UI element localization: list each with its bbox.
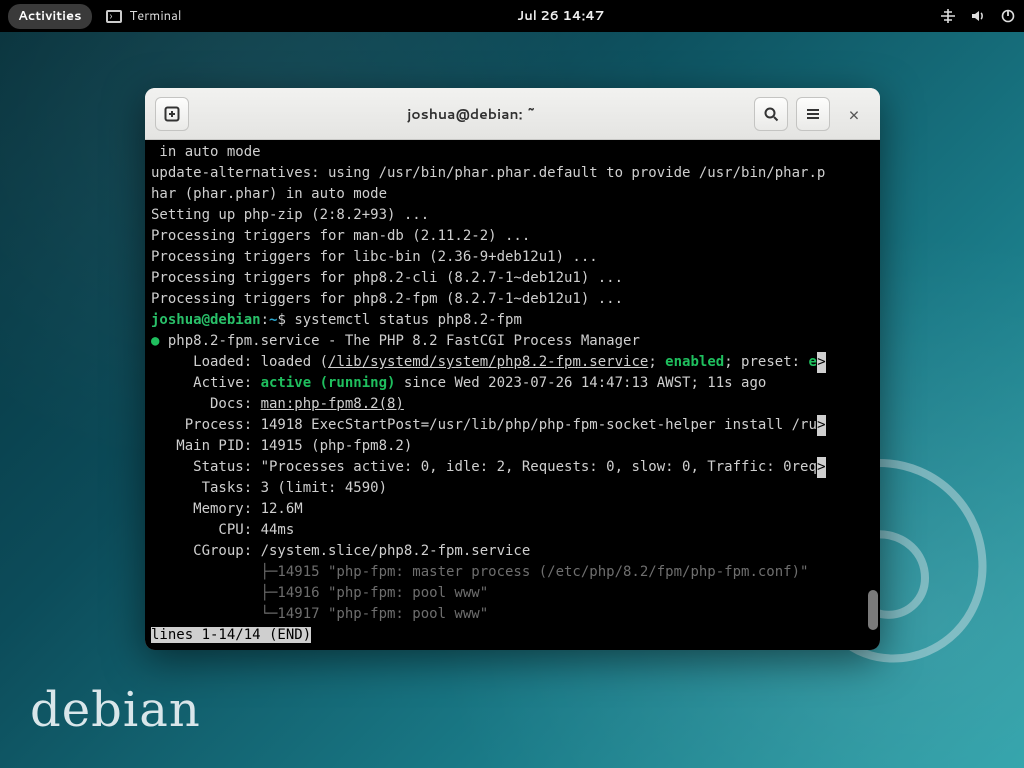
term-line: Setting up php-zip (2:8.2+93) ... — [145, 205, 880, 226]
service-cpu: CPU: 44ms — [145, 520, 880, 541]
service-header: ● php8.2-fpm.service - The PHP 8.2 FastC… — [145, 331, 880, 352]
line-truncated-icon: > — [817, 415, 826, 436]
power-icon[interactable] — [1000, 8, 1016, 24]
service-process: Process: 14918 ExecStartPost=/usr/lib/ph… — [145, 415, 880, 436]
service-memory: Memory: 12.6M — [145, 499, 880, 520]
term-line: Processing triggers for php8.2-fpm (8.2.… — [145, 289, 880, 310]
term-line: in auto mode — [145, 142, 880, 163]
search-button[interactable] — [754, 97, 788, 131]
scrollbar-thumb[interactable] — [868, 590, 878, 630]
window-title: joshua@debian: ~ — [407, 104, 536, 124]
command: systemctl status php8.2-fpm — [294, 312, 522, 328]
activities-button[interactable]: Activities — [8, 4, 92, 29]
close-button[interactable]: × — [838, 101, 870, 127]
terminal-scrollbar[interactable] — [868, 140, 878, 650]
terminal-output[interactable]: in auto mode update-alternatives: using … — [145, 140, 880, 650]
prompt-line: joshua@debian:~$ systemctl status php8.2… — [145, 310, 880, 331]
service-active: Active: active (running) since Wed 2023-… — [145, 373, 880, 394]
debian-wordmark: debian — [30, 682, 201, 738]
window-titlebar: joshua@debian: ~ × — [145, 88, 880, 140]
term-line: har (phar.phar) in auto mode — [145, 184, 880, 205]
cgroup-tree: ├─14916 "php-fpm: pool www" — [145, 583, 880, 604]
terminal-window: joshua@debian: ~ × in auto mode update-a… — [145, 88, 880, 650]
pager-status: lines 1-14/14 (END) — [145, 625, 880, 646]
network-icon[interactable] — [940, 8, 956, 24]
volume-icon[interactable] — [970, 8, 986, 24]
hamburger-menu-button[interactable] — [796, 97, 830, 131]
service-mainpid: Main PID: 14915 (php-fpm8.2) — [145, 436, 880, 457]
term-line: Processing triggers for php8.2-cli (8.2.… — [145, 268, 880, 289]
app-indicator[interactable]: Terminal — [106, 7, 182, 25]
cgroup-tree: └─14917 "php-fpm: pool www" — [145, 604, 880, 625]
app-name: Terminal — [130, 7, 182, 25]
new-tab-button[interactable] — [155, 97, 189, 131]
line-truncated-icon: > — [817, 457, 826, 478]
term-line: Processing triggers for libc-bin (2.36-9… — [145, 247, 880, 268]
clock[interactable]: Jul 26 14:47 — [517, 7, 604, 25]
service-loaded: Loaded: loaded (/lib/systemd/system/php8… — [145, 352, 880, 373]
line-truncated-icon: > — [817, 352, 826, 373]
gnome-topbar: Activities Terminal Jul 26 14:47 — [0, 0, 1024, 32]
service-cgroup: CGroup: /system.slice/php8.2-fpm.service — [145, 541, 880, 562]
cgroup-tree: ├─14915 "php-fpm: master process (/etc/p… — [145, 562, 880, 583]
service-status: Status: "Processes active: 0, idle: 2, R… — [145, 457, 880, 478]
terminal-icon — [106, 10, 122, 23]
term-line: update-alternatives: using /usr/bin/phar… — [145, 163, 880, 184]
term-line: Processing triggers for man-db (2.11.2-2… — [145, 226, 880, 247]
service-tasks: Tasks: 3 (limit: 4590) — [145, 478, 880, 499]
service-docs: Docs: man:php-fpm8.2(8) — [145, 394, 880, 415]
